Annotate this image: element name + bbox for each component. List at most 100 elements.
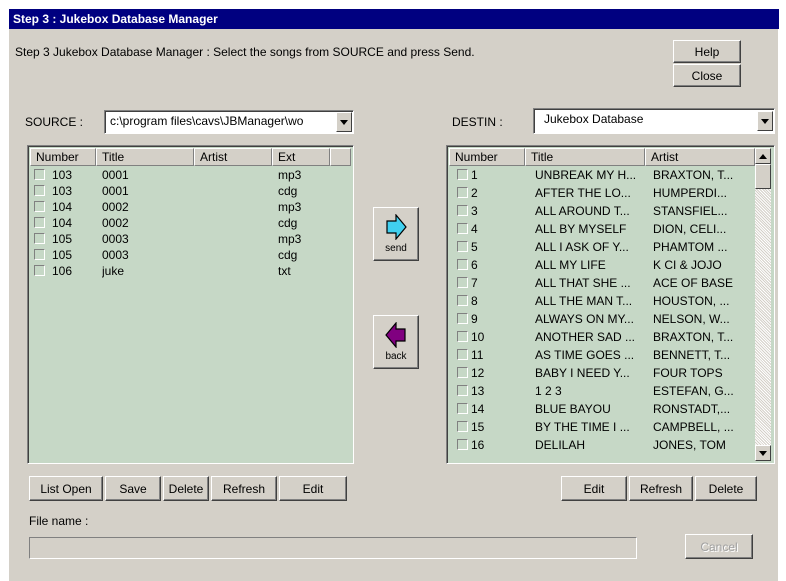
source-row[interactable]: 103 0001 cdg <box>30 183 330 199</box>
destin-row[interactable]: 14 BLUE BAYOU RONSTADT,... <box>449 401 755 417</box>
source-refresh-button[interactable]: Refresh <box>211 476 277 501</box>
row-number: 8 <box>471 294 478 308</box>
row-number: 6 <box>471 258 478 272</box>
scroll-down-button[interactable] <box>755 445 771 461</box>
row-checkbox[interactable] <box>457 241 468 252</box>
help-button[interactable]: Help <box>673 40 741 63</box>
scroll-thumb[interactable] <box>755 164 771 189</box>
row-checkbox[interactable] <box>457 205 468 216</box>
row-checkbox[interactable] <box>457 187 468 198</box>
instruction-text: Step 3 Jukebox Database Manager : Select… <box>15 45 475 59</box>
destin-row[interactable]: 9 ALWAYS ON MY... NELSON, W... <box>449 311 755 327</box>
row-ext: cdg <box>278 216 298 230</box>
row-checkbox[interactable] <box>457 169 468 180</box>
send-button[interactable]: send <box>373 207 419 261</box>
row-checkbox[interactable] <box>457 295 468 306</box>
source-row[interactable]: 105 0003 cdg <box>30 247 330 263</box>
row-number: 1 <box>471 168 478 182</box>
row-checkbox[interactable] <box>457 259 468 270</box>
row-title: BLUE BAYOU <box>535 402 611 416</box>
destin-row[interactable]: 8 ALL THE MAN T... HOUSTON, ... <box>449 293 755 309</box>
row-checkbox[interactable] <box>34 169 45 180</box>
row-checkbox[interactable] <box>457 385 468 396</box>
row-checkbox[interactable] <box>457 313 468 324</box>
back-label: back <box>385 351 407 362</box>
row-number: 105 <box>52 232 73 246</box>
row-checkbox[interactable] <box>457 367 468 378</box>
destin-row[interactable]: 4 ALL BY MYSELF DION, CELI... <box>449 221 755 237</box>
row-checkbox[interactable] <box>34 201 45 212</box>
destin-edit-button[interactable]: Edit <box>561 476 627 501</box>
source-col-ext[interactable]: Ext <box>272 148 330 166</box>
row-checkbox[interactable] <box>457 349 468 360</box>
destin-row[interactable]: 6 ALL MY LIFE K CI & JOJO <box>449 257 755 273</box>
row-number: 10 <box>471 330 485 344</box>
scroll-up-button[interactable] <box>755 148 771 164</box>
source-row[interactable]: 104 0002 cdg <box>30 215 330 231</box>
row-artist: CAMPBELL, ... <box>653 420 734 434</box>
row-checkbox[interactable] <box>457 439 468 450</box>
source-col-number[interactable]: Number <box>30 148 96 166</box>
source-delete-button[interactable]: Delete <box>163 476 209 501</box>
destin-row[interactable]: 15 BY THE TIME I ... CAMPBELL, ... <box>449 419 755 435</box>
source-col-title[interactable]: Title <box>96 148 194 166</box>
row-artist: HUMPERDI... <box>653 186 728 200</box>
close-button[interactable]: Close <box>673 64 741 87</box>
destin-row[interactable]: 16 DELILAH JONES, TOM <box>449 437 755 453</box>
source-row[interactable]: 104 0002 mp3 <box>30 199 330 215</box>
destin-col-artist[interactable]: Artist <box>645 148 755 166</box>
row-number: 13 <box>471 384 485 398</box>
back-button[interactable]: back <box>373 315 419 369</box>
list-open-button[interactable]: List Open <box>29 476 103 501</box>
source-row[interactable]: 106 juke txt <box>30 263 330 279</box>
destin-row[interactable]: 7 ALL THAT SHE ... ACE OF BASE <box>449 275 755 291</box>
destin-row[interactable]: 1 UNBREAK MY H... BRAXTON, T... <box>449 167 755 183</box>
scroll-up-icon <box>759 153 767 159</box>
row-title: ALL MY LIFE <box>535 258 606 272</box>
row-checkbox[interactable] <box>34 249 45 260</box>
destin-combo[interactable]: Jukebox Database <box>533 108 775 134</box>
source-list[interactable]: Number Title Artist Ext 103 0001 mp3 103 000… <box>27 145 354 464</box>
destin-row[interactable]: 10 ANOTHER SAD ... BRAXTON, T... <box>449 329 755 345</box>
scroll-down-icon <box>759 450 767 456</box>
destin-col-number[interactable]: Number <box>449 148 525 166</box>
destin-list[interactable]: Number Title Artist 1 UNBREAK MY H... BRAX… <box>446 145 775 464</box>
destin-dropdown-button[interactable] <box>757 111 773 131</box>
destin-row[interactable]: 3 ALL AROUND T... STANSFIEL... <box>449 203 755 219</box>
source-path-value: c:\program files\cavs\JBManager\wo <box>110 114 304 128</box>
row-checkbox[interactable] <box>34 217 45 228</box>
row-checkbox[interactable] <box>457 403 468 414</box>
row-title: 0003 <box>102 232 129 246</box>
destin-refresh-button[interactable]: Refresh <box>629 476 693 501</box>
source-edit-button[interactable]: Edit <box>279 476 347 501</box>
source-path-combo[interactable]: c:\program files\cavs\JBManager\wo <box>104 110 354 134</box>
source-col-artist[interactable]: Artist <box>194 148 272 166</box>
row-ext: mp3 <box>278 232 302 246</box>
source-row[interactable]: 105 0003 mp3 <box>30 231 330 247</box>
destin-row[interactable]: 11 AS TIME GOES ... BENNETT, T... <box>449 347 755 363</box>
row-checkbox[interactable] <box>457 331 468 342</box>
destin-delete-button[interactable]: Delete <box>695 476 757 501</box>
row-artist: BENNETT, T... <box>653 348 731 362</box>
destin-col-title[interactable]: Title <box>525 148 645 166</box>
row-title: ANOTHER SAD ... <box>535 330 636 344</box>
row-number: 7 <box>471 276 478 290</box>
destin-scrollbar[interactable] <box>755 148 771 461</box>
row-checkbox[interactable] <box>457 277 468 288</box>
row-checkbox[interactable] <box>34 265 45 276</box>
destin-row[interactable]: 12 BABY I NEED Y... FOUR TOPS <box>449 365 755 381</box>
destin-row[interactable]: 2 AFTER THE LO... HUMPERDI... <box>449 185 755 201</box>
row-checkbox[interactable] <box>457 223 468 234</box>
source-dropdown-button[interactable] <box>336 112 352 132</box>
source-save-button[interactable]: Save <box>105 476 161 501</box>
destin-row[interactable]: 13 1 2 3 ESTEFAN, G... <box>449 383 755 399</box>
row-checkbox[interactable] <box>457 421 468 432</box>
row-title: ALL I ASK OF Y... <box>535 240 629 254</box>
source-col-filler <box>330 148 351 166</box>
row-checkbox[interactable] <box>34 185 45 196</box>
source-row[interactable]: 103 0001 mp3 <box>30 167 330 183</box>
destin-row[interactable]: 5 ALL I ASK OF Y... PHAMTOM ... <box>449 239 755 255</box>
jukebox-manager-window: Step 3 : Jukebox Database Manager Step 3… <box>8 8 779 581</box>
cancel-button[interactable]: Cancel <box>685 534 753 559</box>
row-checkbox[interactable] <box>34 233 45 244</box>
